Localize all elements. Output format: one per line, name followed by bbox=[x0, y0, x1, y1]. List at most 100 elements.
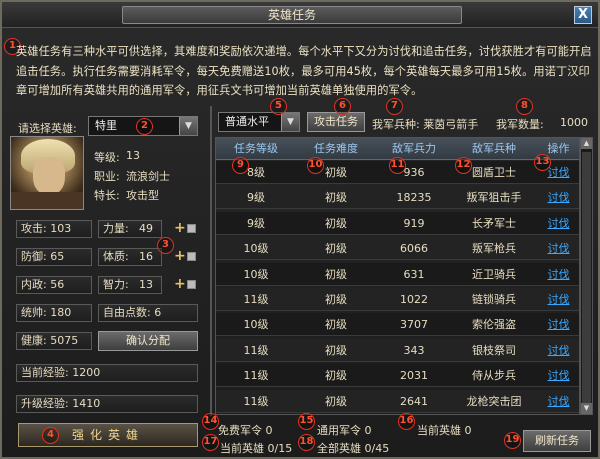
cell-task-level: 10级 bbox=[243, 242, 269, 256]
troop-type: 我军兵种: 莱茵弓箭手 bbox=[372, 118, 479, 131]
constitution-minus-button[interactable] bbox=[187, 252, 196, 261]
marker-8: 8 bbox=[516, 98, 533, 115]
cell-task-difficulty: 初级 bbox=[325, 191, 347, 205]
cell-task-difficulty: 初级 bbox=[325, 216, 347, 230]
marker-14: 14 bbox=[202, 413, 219, 430]
cell-task-level: 11级 bbox=[243, 293, 269, 306]
panel-divider bbox=[210, 106, 212, 416]
close-button[interactable]: X bbox=[574, 6, 592, 24]
table-row: 10级 初级 6066 叛军枪兵 讨伐 bbox=[216, 237, 579, 261]
cell-task-difficulty: 初级 bbox=[325, 318, 347, 332]
cell-enemy-force: 631 bbox=[403, 267, 425, 281]
marker-2: 2 bbox=[136, 118, 153, 135]
cell-enemy-force: 6066 bbox=[400, 242, 428, 256]
scroll-down-icon[interactable]: ▼ bbox=[581, 403, 592, 414]
cell-task-difficulty: 初级 bbox=[325, 242, 347, 256]
marker-3: 3 bbox=[157, 237, 174, 254]
attack-link[interactable]: 讨伐 bbox=[536, 212, 579, 235]
table-row: 11级 初级 343 银枝祭司 讨伐 bbox=[216, 338, 579, 362]
cell-task-level: 11级 bbox=[243, 394, 269, 408]
cell-task-level: 11级 bbox=[243, 369, 269, 383]
cell-task-level: 11级 bbox=[243, 343, 269, 357]
free-orders: 免费军令 0 bbox=[218, 424, 273, 437]
chevron-down-icon: ▼ bbox=[179, 117, 197, 135]
intellect-stat: 智力: 13 bbox=[98, 276, 162, 294]
current-hero-orders: 当前英雄 0 bbox=[417, 424, 472, 437]
health-stat: 健康: 5075 bbox=[16, 332, 92, 350]
scroll-thumb[interactable] bbox=[582, 152, 591, 404]
free-points: 自由点数: 6 bbox=[98, 304, 198, 322]
strength-plus-button[interactable]: + bbox=[174, 221, 186, 235]
marker-5: 5 bbox=[270, 98, 287, 115]
cell-enemy-type: 龙枪突击团 bbox=[466, 394, 522, 408]
constitution-plus-button[interactable]: + bbox=[174, 249, 186, 263]
cell-enemy-type: 近卫骑兵 bbox=[472, 267, 516, 281]
marker-6: 6 bbox=[334, 98, 351, 115]
cell-task-difficulty: 初级 bbox=[325, 343, 347, 357]
marker-17: 17 bbox=[202, 434, 219, 451]
table-row: 11级 初级 2641 龙枪突击团 讨伐 bbox=[216, 389, 579, 413]
attack-link[interactable]: 讨伐 bbox=[536, 237, 579, 260]
intellect-value: 13 bbox=[139, 278, 153, 291]
job-value: 流浪剑士 bbox=[126, 170, 170, 183]
cell-enemy-force: 2031 bbox=[400, 369, 428, 383]
refresh-tasks-button[interactable]: 刷新任务 bbox=[523, 430, 591, 452]
current-hero-count: 当前英雄 0/15 bbox=[220, 442, 293, 455]
attack-link[interactable]: 讨伐 bbox=[536, 186, 579, 209]
strength-minus-button[interactable] bbox=[187, 224, 196, 233]
marker-9: 9 bbox=[232, 157, 249, 174]
marker-10: 10 bbox=[307, 157, 324, 174]
marker-12: 12 bbox=[455, 157, 472, 174]
marker-19: 19 bbox=[504, 432, 521, 449]
marker-7: 7 bbox=[386, 98, 403, 115]
attack-link[interactable]: 讨伐 bbox=[536, 263, 579, 286]
cell-enemy-type: 叛军枪兵 bbox=[472, 242, 516, 256]
current-exp: 当前经验: 1200 bbox=[16, 364, 198, 382]
cell-enemy-force: 3707 bbox=[400, 318, 428, 332]
trait-value: 攻击型 bbox=[126, 189, 159, 202]
strength-stat: 力量: 49 bbox=[98, 220, 162, 238]
politics-stat: 内政: 56 bbox=[16, 276, 92, 294]
cell-enemy-force: 919 bbox=[403, 216, 425, 230]
hero-select-label: 请选择英雄: bbox=[18, 122, 77, 135]
cell-enemy-type: 侍从步兵 bbox=[472, 369, 516, 383]
level-up-exp: 升级经验: 1410 bbox=[16, 395, 198, 413]
level-label: 等级: bbox=[94, 151, 120, 164]
cell-task-difficulty: 初级 bbox=[325, 267, 347, 281]
table-scrollbar[interactable]: ▲ ▼ bbox=[580, 137, 593, 415]
window-title: 英雄任务 bbox=[122, 6, 462, 24]
header-task-difficulty: 任务难度 bbox=[314, 142, 358, 155]
intellect-minus-button[interactable] bbox=[187, 280, 196, 289]
cell-enemy-type: 链锁骑兵 bbox=[472, 293, 516, 306]
marker-18: 18 bbox=[298, 434, 315, 451]
marker-15: 15 bbox=[298, 413, 315, 430]
attack-link[interactable]: 讨伐 bbox=[536, 313, 579, 336]
attack-link[interactable]: 讨伐 bbox=[536, 390, 579, 413]
confirm-allocate-button[interactable]: 确认分配 bbox=[98, 331, 198, 351]
cell-enemy-type: 索伦强盗 bbox=[472, 318, 516, 332]
table-row: 11级 初级 2031 侍从步兵 讨伐 bbox=[216, 364, 579, 388]
cell-enemy-force: 18235 bbox=[396, 191, 432, 205]
cell-enemy-force: 2641 bbox=[400, 394, 428, 408]
cell-enemy-type: 叛军狙击手 bbox=[466, 191, 522, 205]
intellect-plus-button[interactable]: + bbox=[174, 277, 186, 291]
trait-label: 特长: bbox=[94, 189, 120, 202]
difficulty-select[interactable]: 普通水平 ▼ bbox=[218, 112, 300, 132]
table-row: 10级 初级 3707 索伦强盗 讨伐 bbox=[216, 313, 579, 337]
attack-link[interactable]: 讨伐 bbox=[536, 288, 579, 311]
intellect-label: 智力: bbox=[103, 278, 129, 291]
attack-link[interactable]: 讨伐 bbox=[536, 339, 579, 362]
marker-11: 11 bbox=[389, 157, 406, 174]
attack-task-button[interactable]: 攻击任务 bbox=[307, 112, 365, 132]
table-row: 9级 初级 919 长矛军士 讨伐 bbox=[216, 211, 579, 235]
cell-task-difficulty: 初级 bbox=[325, 293, 347, 306]
cell-task-difficulty: 初级 bbox=[325, 369, 347, 383]
general-orders: 通用军令 0 bbox=[317, 424, 372, 437]
hero-task-window: 英雄任务 X 1 英雄任务有三种水平可供选择，其难度和奖励依次递增。每个水平下又… bbox=[0, 0, 600, 459]
constitution-stat: 体质: 16 bbox=[98, 248, 162, 266]
strength-value: 49 bbox=[139, 222, 153, 235]
table-row: 11级 初级 1022 链锁骑兵 讨伐 bbox=[216, 288, 579, 311]
cell-enemy-force: 936 bbox=[403, 166, 425, 179]
scroll-up-icon[interactable]: ▲ bbox=[581, 138, 592, 149]
attack-link[interactable]: 讨伐 bbox=[536, 364, 579, 387]
